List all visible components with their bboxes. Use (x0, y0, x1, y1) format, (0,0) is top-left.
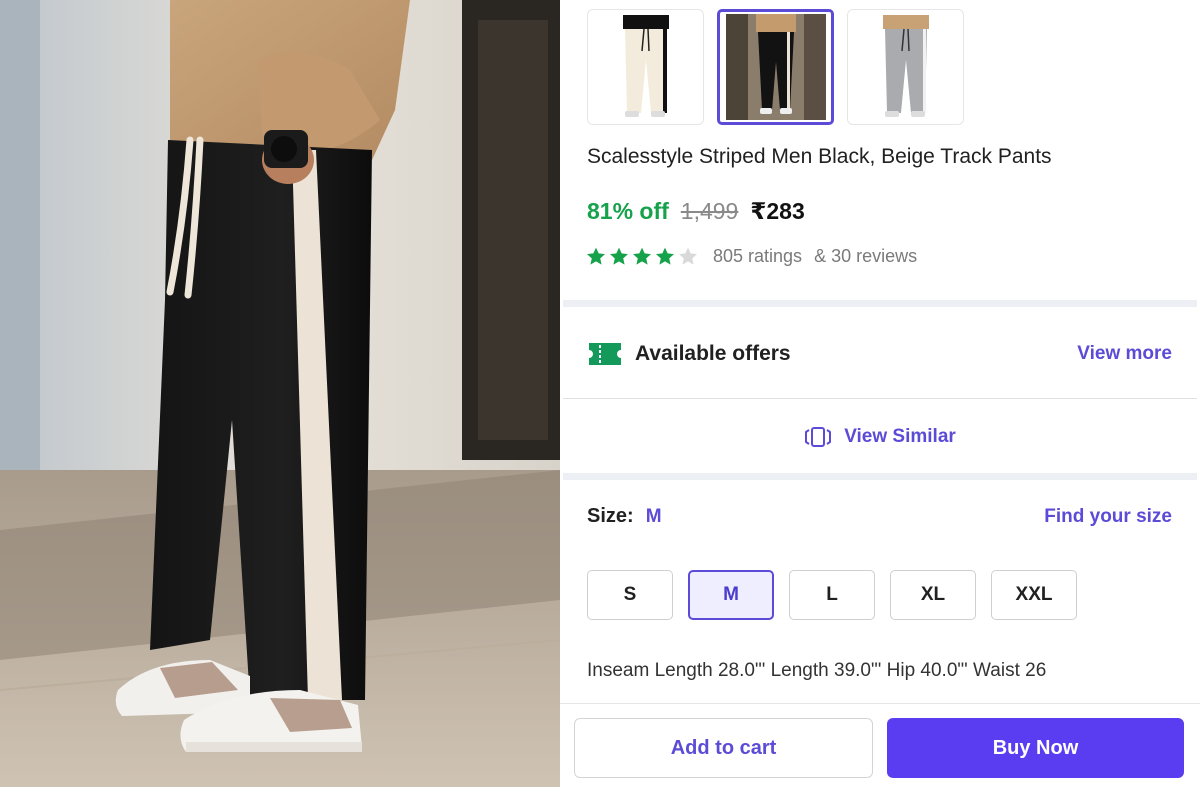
view-similar-button[interactable]: View Similar (563, 418, 1197, 456)
size-options: S M L XL XXL (587, 570, 1077, 620)
bottom-action-bar: Add to cart Buy Now (560, 703, 1200, 787)
section-divider (563, 300, 1197, 307)
product-main-image[interactable] (0, 0, 560, 787)
white-track-pants-image (622, 15, 669, 117)
size-option-xl[interactable]: XL (890, 570, 976, 620)
star-filled-icon (656, 247, 674, 265)
available-offers-row[interactable]: Available offers View more (587, 337, 1172, 371)
divider (563, 398, 1197, 399)
size-option-s[interactable]: S (587, 570, 673, 620)
thumbnail-grey-track-pants[interactable] (847, 9, 964, 125)
section-divider (563, 473, 1197, 480)
size-header: Size: M Find your size (587, 505, 1172, 528)
available-offers-label: Available offers (635, 342, 791, 365)
ratings-count: 805 ratings (713, 245, 803, 266)
star-filled-icon (633, 247, 651, 265)
selected-size-value: M (645, 506, 662, 527)
size-option-l[interactable]: L (789, 570, 875, 620)
size-measurements: Inseam Length 28.0"' Length 39.0"' Hip 4… (587, 660, 1047, 681)
product-title: Scalesstyle Striped Men Black, Beige Tra… (587, 145, 1052, 168)
similar-products-icon (805, 427, 832, 447)
size-option-xxl[interactable]: XXL (991, 570, 1077, 620)
add-to-cart-button[interactable]: Add to cart (574, 718, 873, 778)
black-track-pants-image (725, 14, 826, 120)
star-empty-icon (679, 247, 697, 265)
price-row: 81% off 1,499 ₹283 (587, 198, 805, 225)
size-label: Size: (587, 505, 634, 527)
size-option-m[interactable]: M (688, 570, 774, 620)
original-price: 1,499 (680, 198, 739, 224)
find-your-size-link[interactable]: Find your size (1044, 506, 1172, 528)
reviews-count: & 30 reviews (814, 245, 918, 266)
offers-heading: Available offers (587, 340, 791, 368)
discount-percentage: 81% off (587, 198, 669, 224)
buy-now-button[interactable]: Buy Now (887, 718, 1184, 778)
star-rating (585, 245, 699, 267)
track-pants-model-photo (0, 0, 560, 787)
thumbnail-black-track-pants[interactable] (717, 9, 834, 125)
grey-track-pants-image (882, 15, 929, 117)
view-more-offers-link[interactable]: View more (1077, 343, 1172, 365)
rating-row[interactable]: 805 ratings & 30 reviews (585, 245, 917, 267)
ticket-icon (589, 343, 621, 365)
thumbnail-strip (587, 9, 964, 125)
selling-price: ₹283 (750, 198, 805, 224)
star-filled-icon (610, 247, 628, 265)
size-selection-summary: Size: M (587, 505, 662, 528)
thumbnail-white-track-pants[interactable] (587, 9, 704, 125)
view-similar-label: View Similar (844, 426, 956, 447)
product-details-panel: Scalesstyle Striped Men Black, Beige Tra… (560, 0, 1200, 787)
star-filled-icon (587, 247, 605, 265)
